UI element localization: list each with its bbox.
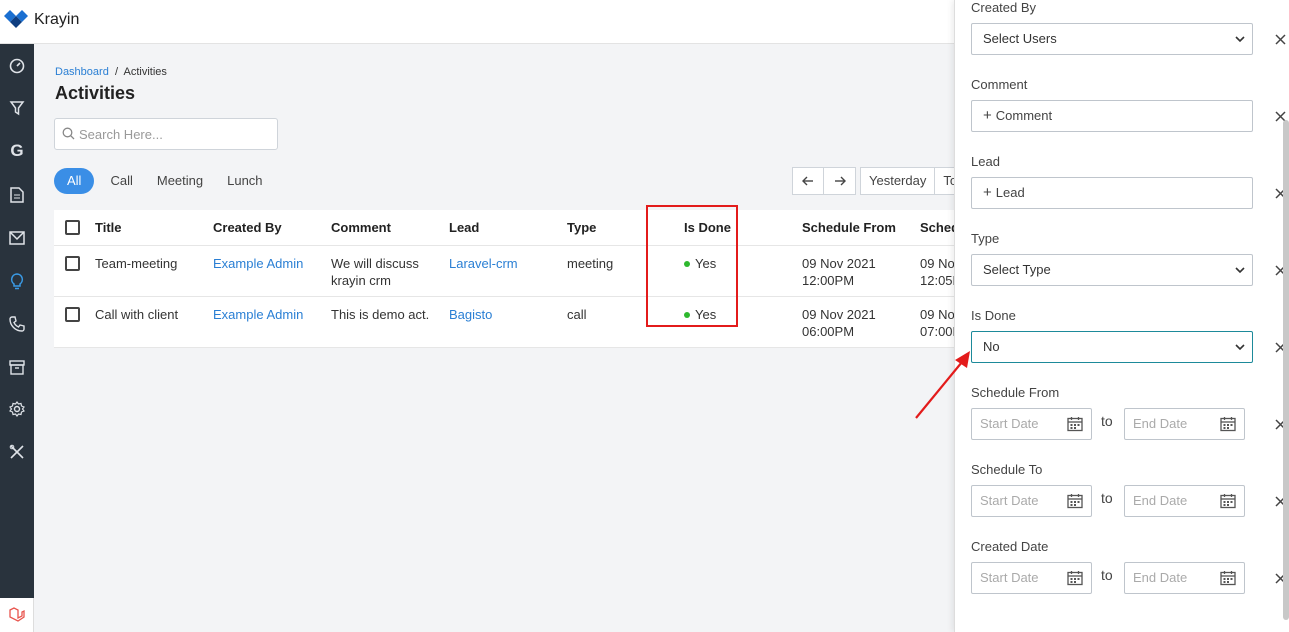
created-date-start-date-input[interactable]: Start Date <box>971 562 1092 594</box>
app-name: Krayin <box>34 11 80 28</box>
table-row: Call with client Example Admin This is d… <box>54 297 961 348</box>
filter-panel: Created By Select Users Comment + Comment… <box>954 0 1289 632</box>
row-comment: We will discuss krayin crm <box>331 256 419 288</box>
activities-table: Title Created By Comment Lead Type Is Do… <box>54 210 961 348</box>
schedule-from-end-date-input[interactable]: End Date <box>1124 408 1245 440</box>
activity-type-tabs: All Call Meeting Lunch <box>54 168 275 194</box>
breadcrumb-current: Activities <box>123 66 167 78</box>
row-schedule-from: 09 Nov 2021 06:00PM <box>802 307 876 339</box>
date-navigation: Yesterday To <box>792 167 966 195</box>
krayin-logo-icon <box>4 10 28 28</box>
created-by-select[interactable]: Select Users <box>971 23 1253 55</box>
created-date-end-date-input[interactable]: End Date <box>1124 562 1245 594</box>
chevron-down-icon <box>1235 36 1245 43</box>
calendar-icon <box>1067 571 1083 586</box>
yesterday-button[interactable]: Yesterday <box>860 167 936 195</box>
sidebar: G <box>0 44 34 632</box>
archive-icon[interactable] <box>5 355 29 379</box>
column-header-created-by[interactable]: Created By <box>213 219 282 236</box>
phone-icon[interactable] <box>5 312 29 336</box>
row-checkbox[interactable] <box>65 256 80 271</box>
search-box <box>54 118 278 150</box>
column-header-title[interactable]: Title <box>95 219 122 236</box>
calendar-icon <box>1067 417 1083 432</box>
column-header-type[interactable]: Type <box>567 219 596 236</box>
select-all-checkbox[interactable] <box>65 220 80 235</box>
chevron-down-icon <box>1235 344 1245 351</box>
laravel-icon <box>0 598 34 632</box>
plus-icon: + <box>983 107 992 124</box>
row-created-by-link[interactable]: Example Admin <box>213 255 303 272</box>
filter-label-created-date: Created Date <box>971 539 1049 554</box>
table-header-row: Title Created By Comment Lead Type Is Do… <box>54 210 959 246</box>
dashboard-icon[interactable] <box>5 54 29 78</box>
column-header-comment[interactable]: Comment <box>331 219 391 236</box>
tab-all[interactable]: All <box>54 168 95 194</box>
breadcrumb-dashboard-link[interactable]: Dashboard <box>55 66 109 78</box>
next-button[interactable] <box>824 167 856 195</box>
filter-label-schedule-to: Schedule To <box>971 462 1043 477</box>
arrow-right-icon <box>834 176 846 186</box>
panel-scrollbar[interactable] <box>1283 120 1289 620</box>
row-type: call <box>567 307 587 322</box>
schedule-to-start-date-input[interactable]: Start Date <box>971 485 1092 517</box>
chevron-down-icon <box>1235 267 1245 274</box>
filter-label-comment: Comment <box>971 77 1028 92</box>
calendar-icon <box>1067 494 1083 509</box>
filter-label-type: Type <box>971 231 1000 246</box>
type-select[interactable]: Select Type <box>971 254 1253 286</box>
row-lead-link[interactable]: Bagisto <box>449 306 492 323</box>
filter-label-lead: Lead <box>971 154 1000 169</box>
app-logo[interactable]: Krayin <box>4 10 79 30</box>
tools-icon[interactable] <box>5 440 29 464</box>
main-content: Dashboard / Activities Activities All Ca… <box>34 45 966 632</box>
row-title: Team-meeting <box>95 256 178 271</box>
row-type: meeting <box>567 256 614 271</box>
column-header-schedule-from[interactable]: Schedule From <box>802 219 896 236</box>
tab-call[interactable]: Call <box>98 168 144 194</box>
is-done-highlight-box <box>646 205 738 327</box>
range-separator: to <box>1101 567 1113 583</box>
filter-label-is-done: Is Done <box>971 308 1016 323</box>
filter-icon[interactable] <box>5 96 29 120</box>
document-icon[interactable] <box>5 183 29 207</box>
breadcrumb: Dashboard / Activities <box>55 66 167 78</box>
range-separator: to <box>1101 490 1113 506</box>
table-row: Team-meeting Example Admin We will discu… <box>54 246 961 297</box>
search-icon <box>62 127 75 140</box>
add-comment-filter-button[interactable]: + Comment <box>971 100 1253 132</box>
filter-label-schedule-from: Schedule From <box>971 385 1060 400</box>
arrow-left-icon <box>802 176 813 186</box>
google-icon[interactable]: G <box>5 139 29 163</box>
filter-label-created-by: Created By <box>971 0 1037 15</box>
clear-created-by-close-icon[interactable] <box>1273 32 1287 46</box>
column-header-lead[interactable]: Lead <box>449 219 479 236</box>
row-comment: This is demo act. <box>331 307 430 322</box>
range-separator: to <box>1101 413 1113 429</box>
row-created-by-link[interactable]: Example Admin <box>213 306 303 323</box>
breadcrumb-separator: / <box>114 66 119 78</box>
schedule-to-end-date-input[interactable]: End Date <box>1124 485 1245 517</box>
tab-meeting[interactable]: Meeting <box>145 168 215 194</box>
search-input[interactable] <box>79 119 274 149</box>
add-lead-filter-button[interactable]: + Lead <box>971 177 1253 209</box>
row-title: Call with client <box>95 307 179 322</box>
calendar-icon <box>1220 571 1236 586</box>
schedule-from-start-date-input[interactable]: Start Date <box>971 408 1092 440</box>
row-lead-link[interactable]: Laravel-crm <box>449 255 518 272</box>
plus-icon: + <box>983 184 992 201</box>
calendar-icon <box>1220 417 1236 432</box>
is-done-select[interactable]: No <box>971 331 1253 363</box>
tab-lunch[interactable]: Lunch <box>215 168 274 194</box>
row-schedule-from: 09 Nov 2021 12:00PM <box>802 256 876 288</box>
settings-icon[interactable] <box>5 397 29 421</box>
previous-button[interactable] <box>792 167 824 195</box>
lightbulb-icon[interactable] <box>5 269 29 293</box>
row-checkbox[interactable] <box>65 307 80 322</box>
calendar-icon <box>1220 494 1236 509</box>
page-title: Activities <box>55 83 136 103</box>
mail-icon[interactable] <box>5 226 29 250</box>
